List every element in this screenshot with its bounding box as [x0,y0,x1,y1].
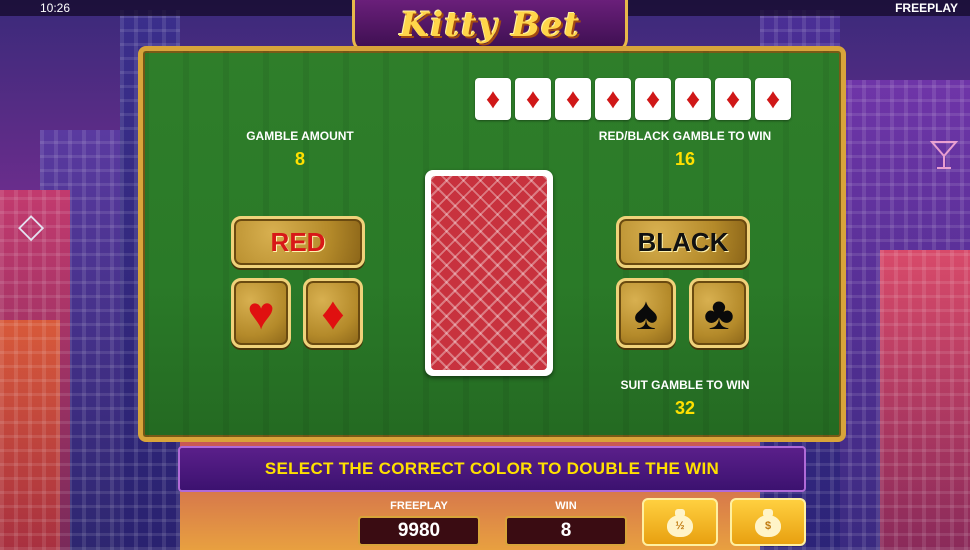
building [0,320,60,550]
gamble-amount-value: 8 [294,149,305,169]
gamble-amount-label: GAMBLE AMOUNT [246,129,354,143]
play-mode-label: FREEPLAY [895,1,958,15]
freeplay-value: 9980 [358,516,480,546]
red-button-label: RED [270,226,326,257]
logo-text: Kitty Bet [399,5,581,45]
money-bag-icon: $ [755,507,781,537]
building [880,250,970,550]
suit-gamble-value: 32 [674,398,696,418]
hearts-button[interactable]: ♥ [231,278,291,348]
diamond-sign-icon: ◇ [18,207,45,245]
heart-icon: ♥ [247,287,275,339]
instruction-text: SELECT THE CORRECT COLOR TO DOUBLE THE W… [264,459,720,478]
win-display: WIN 8 [505,498,627,546]
red-black-win-value: 16 [674,149,696,169]
history-card: ♦ [715,78,751,120]
instruction-message: SELECT THE CORRECT COLOR TO DOUBLE THE W… [178,446,806,492]
win-label: WIN [555,500,577,512]
history-card: ♦ [635,78,671,120]
collect-all-button[interactable]: $ [730,498,806,546]
spade-icon: ♠ [633,287,659,339]
history-card: ♦ [595,78,631,120]
money-bag-half-icon: ½ [667,507,693,537]
cocktail-sign-icon [929,138,959,180]
card-back-pattern [431,176,547,370]
black-button-label: BLACK [637,226,729,257]
freeplay-label: FREEPLAY [390,500,448,512]
red-black-win-label: RED/BLACK GAMBLE TO WIN [598,129,772,143]
history-card: ♦ [515,78,551,120]
suit-gamble-label: SUIT GAMBLE TO WIN [620,378,750,392]
history-card: ♦ [755,78,791,120]
black-button[interactable]: BLACK [616,216,750,268]
win-value: 8 [505,516,627,546]
history-card: ♦ [675,78,711,120]
clock: 10:26 [40,1,71,15]
spades-button[interactable]: ♠ [616,278,676,348]
collect-half-button[interactable]: ½ [642,498,718,546]
diamonds-button[interactable]: ♦ [303,278,363,348]
history-card: ♦ [555,78,591,120]
diamond-icon: ♦ [321,287,345,339]
history-card: ♦ [475,78,511,120]
clubs-button[interactable]: ♣ [689,278,749,348]
club-icon: ♣ [703,287,735,339]
red-button[interactable]: RED [231,216,365,268]
face-down-card [425,170,553,376]
freeplay-balance: FREEPLAY 9980 [358,498,480,546]
card-history: ♦ ♦ ♦ ♦ ♦ ♦ ♦ ♦ [475,78,791,120]
